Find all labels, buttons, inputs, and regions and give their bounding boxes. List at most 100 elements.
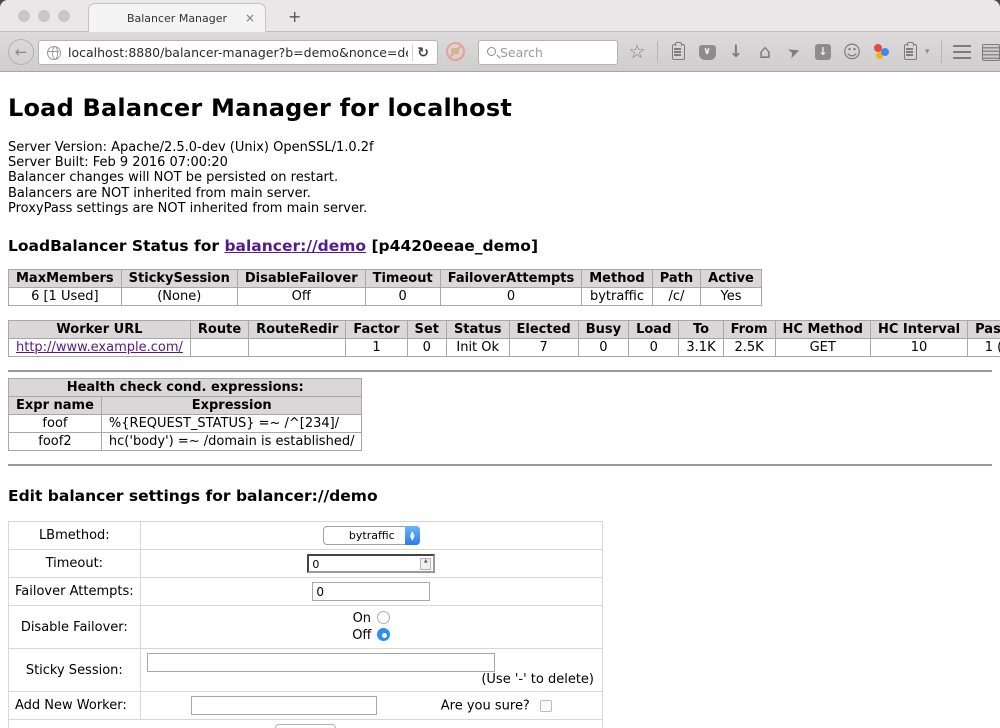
- cell-status: Init Ok: [446, 339, 509, 357]
- column-header: Elected: [509, 321, 578, 339]
- form-row-lbmethod: LBmethod: bytraffic ▲▼: [9, 522, 603, 550]
- balancer-demo-link[interactable]: balancer://demo: [224, 237, 366, 255]
- timeout-label: Timeout:: [9, 550, 141, 578]
- are-you-sure-checkbox[interactable]: [540, 700, 552, 712]
- cell-busy: 0: [578, 339, 628, 357]
- sticky-session-input[interactable]: [147, 653, 495, 672]
- server-info: Server Version: Apache/2.5.0-dev (Unix) …: [8, 140, 1000, 216]
- failover-off-radio[interactable]: [377, 628, 390, 641]
- back-button[interactable]: ←: [8, 39, 34, 65]
- column-header: Method: [582, 270, 652, 288]
- column-header: Route: [190, 321, 248, 339]
- sidebar-extension-icon[interactable]: [982, 44, 1000, 61]
- bookmark-star-icon[interactable]: ☆: [628, 43, 646, 61]
- form-row-add-worker: Add New Worker: Are you sure?: [9, 692, 603, 720]
- are-you-sure-label: Are you sure?: [441, 699, 530, 714]
- send-tab-icon[interactable]: ➤: [782, 40, 805, 63]
- table-row: foof %{REQUEST_STATUS} =~ /^[234]/: [9, 415, 362, 433]
- new-tab-button[interactable]: +: [280, 5, 309, 28]
- toolbar-separator: [657, 41, 658, 63]
- reload-icon[interactable]: ↻: [417, 45, 429, 61]
- cell-expression: hc('body') =~ /domain is established/: [101, 433, 362, 451]
- toolbar-separator: [941, 41, 942, 63]
- persist-note-line: Balancer changes will NOT be persisted o…: [8, 170, 1000, 185]
- tab-close-icon[interactable]: ×: [245, 11, 255, 25]
- site-identity-globe-icon[interactable]: [47, 46, 61, 60]
- cell-disablefailover: Off: [237, 288, 365, 306]
- column-header: Busy: [578, 321, 628, 339]
- cell-hc-interval: 10: [870, 339, 967, 357]
- column-header: Expression: [101, 397, 362, 415]
- health-table-title: Health check cond. expressions:: [9, 379, 362, 397]
- minimize-window-button[interactable]: [38, 10, 50, 22]
- page-title: Load Balancer Manager for localhost: [8, 94, 992, 122]
- section-divider: [8, 464, 992, 466]
- url-text[interactable]: localhost:8880/balancer-manager?b=demo&n…: [68, 45, 408, 60]
- worker-url-link[interactable]: http://www.example.com/: [16, 340, 183, 355]
- extension-colored-dots-icon[interactable]: [872, 43, 890, 61]
- disable-failover-label: Disable Failover:: [9, 606, 141, 649]
- cell-stickysession: (None): [121, 288, 237, 306]
- zoom-window-button[interactable]: [58, 10, 70, 22]
- cell-expr-name: foof2: [9, 433, 102, 451]
- downloads-icon[interactable]: ↓: [727, 43, 745, 61]
- column-header: Active: [701, 270, 762, 288]
- cell-path: /c/: [652, 288, 700, 306]
- window-controls: [18, 10, 70, 22]
- column-header: Timeout: [365, 270, 440, 288]
- notes-extension-icon[interactable]: [904, 44, 917, 60]
- cell-to: 3.1K: [679, 339, 723, 357]
- tab-bar: Balancer Manager × +: [0, 0, 1000, 32]
- cell-timeout: 0: [365, 288, 440, 306]
- table-row: 6 [1 Used] (None) Off 0 0 bytraffic /c/ …: [9, 288, 762, 306]
- column-header: HC Interval: [870, 321, 967, 339]
- inherit-note-line: Balancers are NOT inherited from main se…: [8, 186, 1000, 201]
- health-check-table: Health check cond. expressions: Expr nam…: [8, 378, 362, 451]
- url-bar[interactable]: localhost:8880/balancer-manager?b=demo&n…: [38, 40, 438, 65]
- cell-expr-name: foof: [9, 415, 102, 433]
- edit-balancer-form: LBmethod: bytraffic ▲▼ Timeout: 0▲ Failo…: [8, 521, 603, 728]
- add-worker-label: Add New Worker:: [9, 692, 141, 720]
- failover-on-radio[interactable]: [377, 611, 390, 624]
- url-separator: [412, 44, 413, 61]
- column-header: Path: [652, 270, 700, 288]
- form-row-submit: Submit: [9, 720, 603, 728]
- cell-maxmembers: 6 [1 Used]: [9, 288, 122, 306]
- submit-button[interactable]: Submit: [275, 724, 336, 728]
- tab-title: Balancer Manager: [127, 12, 227, 25]
- clipboard-icon[interactable]: [672, 44, 685, 60]
- tab-balancer-manager[interactable]: Balancer Manager ×: [88, 3, 266, 32]
- column-header: Load: [629, 321, 679, 339]
- pocket-icon[interactable]: ∨: [699, 45, 716, 60]
- extension-dropdown-caret-icon[interactable]: ▾: [925, 47, 930, 57]
- column-header: Worker URL: [9, 321, 191, 339]
- server-version-line: Server Version: Apache/2.5.0-dev (Unix) …: [8, 140, 1000, 155]
- search-input[interactable]: [500, 45, 595, 60]
- browser-window: Balancer Manager × + ← localhost:8880/ba…: [0, 0, 1000, 728]
- add-worker-input[interactable]: [191, 696, 377, 715]
- close-window-button[interactable]: [18, 10, 30, 22]
- column-header: Passes: [968, 321, 1000, 339]
- lbmethod-label: LBmethod:: [9, 522, 141, 550]
- menu-hamburger-icon[interactable]: [953, 45, 971, 59]
- table-header-row: MaxMembers StickySession DisableFailover…: [9, 270, 762, 288]
- feedback-smiley-icon[interactable]: ☺: [843, 43, 861, 61]
- cell-load: 0: [629, 339, 679, 357]
- download-panel-icon[interactable]: ↓: [815, 44, 831, 60]
- column-header: Factor: [346, 321, 407, 339]
- column-header: Status: [446, 321, 509, 339]
- search-bar[interactable]: [478, 40, 618, 65]
- lbmethod-select[interactable]: bytraffic ▲▼: [323, 526, 420, 545]
- column-header: StickySession: [121, 270, 237, 288]
- cell-failoverattempts: 0: [440, 288, 582, 306]
- form-row-timeout: Timeout: 0▲: [9, 550, 603, 578]
- timeout-input[interactable]: 0▲: [307, 554, 435, 573]
- cell-expression: %{REQUEST_STATUS} =~ /^[234]/: [101, 415, 362, 433]
- spinner-icon[interactable]: ▲: [420, 558, 431, 570]
- adblock-disabled-icon[interactable]: [446, 42, 465, 61]
- search-icon[interactable]: [487, 47, 496, 56]
- failover-attempts-input[interactable]: [312, 582, 430, 601]
- home-icon[interactable]: ⌂: [756, 43, 774, 61]
- failover-off-option: Off: [147, 627, 596, 644]
- cell-from: 2.5K: [723, 339, 775, 357]
